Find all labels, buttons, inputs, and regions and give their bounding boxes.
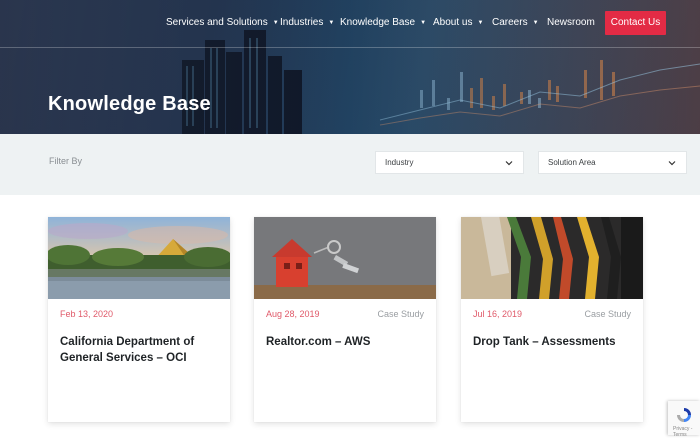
- card-image-lake-pyramid: [48, 217, 230, 299]
- nav-item-label: About us: [433, 17, 473, 28]
- solution-area-select[interactable]: Solution Area: [538, 151, 687, 174]
- page-title: Knowledge Base: [48, 93, 211, 115]
- filter-label: Filter By: [49, 156, 83, 166]
- card-type: Case Study: [584, 309, 631, 319]
- contact-us-button[interactable]: Contact Us: [605, 11, 666, 35]
- card-title[interactable]: California Department of General Service…: [60, 334, 220, 366]
- chevron-down-icon: ▼: [477, 20, 484, 26]
- article-card[interactable]: Jul 16, 2019 Case Study Drop Tank – Asse…: [461, 217, 643, 422]
- chevron-down-icon: ▼: [420, 20, 427, 26]
- nav-services-and-solutions[interactable]: Services and Solutions ▼: [166, 17, 279, 29]
- card-image-house-keys: [254, 217, 436, 299]
- industry-select[interactable]: Industry: [375, 151, 524, 174]
- card-date: Feb 13, 2020: [60, 309, 114, 319]
- card-title[interactable]: Drop Tank – Assessments: [473, 334, 633, 350]
- article-card[interactable]: Aug 28, 2019 Case Study Realtor.com – AW…: [254, 217, 436, 422]
- card-date: Aug 28, 2019: [266, 309, 320, 319]
- nav-item-label: Services and Solutions: [166, 17, 268, 28]
- chevron-down-icon: ▼: [272, 20, 279, 26]
- card-date: Jul 16, 2019: [473, 309, 523, 319]
- filter-bar: Filter By Industry Solution Area: [0, 134, 700, 195]
- nav-knowledge-base[interactable]: Knowledge Base ▼: [340, 17, 426, 29]
- nav-item-label: Newsroom: [547, 17, 595, 28]
- card-title[interactable]: Realtor.com – AWS: [266, 334, 426, 350]
- main-navigation: Services and Solutions ▼ Industries ▼ Kn…: [0, 0, 700, 48]
- hero-banner: Services and Solutions ▼ Industries ▼ Kn…: [0, 0, 700, 134]
- card-type: Case Study: [377, 309, 424, 319]
- recaptcha-icon: [677, 408, 691, 422]
- nav-about-us[interactable]: About us ▼: [433, 17, 483, 29]
- nav-newsroom[interactable]: Newsroom: [547, 17, 595, 29]
- chevron-down-icon: ▼: [328, 20, 335, 26]
- solution-area-select-value: Solution Area: [548, 158, 596, 167]
- nav-divider: [0, 47, 700, 48]
- recaptcha-footer-text: Privacy - Terms: [673, 426, 693, 438]
- chevron-down-icon: ▼: [532, 20, 539, 26]
- chevron-down-icon: [505, 161, 513, 166]
- industry-select-value: Industry: [385, 158, 414, 167]
- nav-item-label: Industries: [280, 17, 324, 28]
- chevron-down-icon: [668, 161, 676, 166]
- nav-industries[interactable]: Industries ▼: [280, 17, 334, 29]
- nav-item-label: Careers: [492, 17, 528, 28]
- card-image-fuel-nozzles: [461, 217, 643, 299]
- recaptcha-badge[interactable]: Privacy - Terms: [668, 401, 700, 438]
- nav-item-label: Knowledge Base: [340, 17, 416, 28]
- article-card[interactable]: Feb 13, 2020 California Department of Ge…: [48, 217, 230, 422]
- nav-careers[interactable]: Careers ▼: [492, 17, 539, 29]
